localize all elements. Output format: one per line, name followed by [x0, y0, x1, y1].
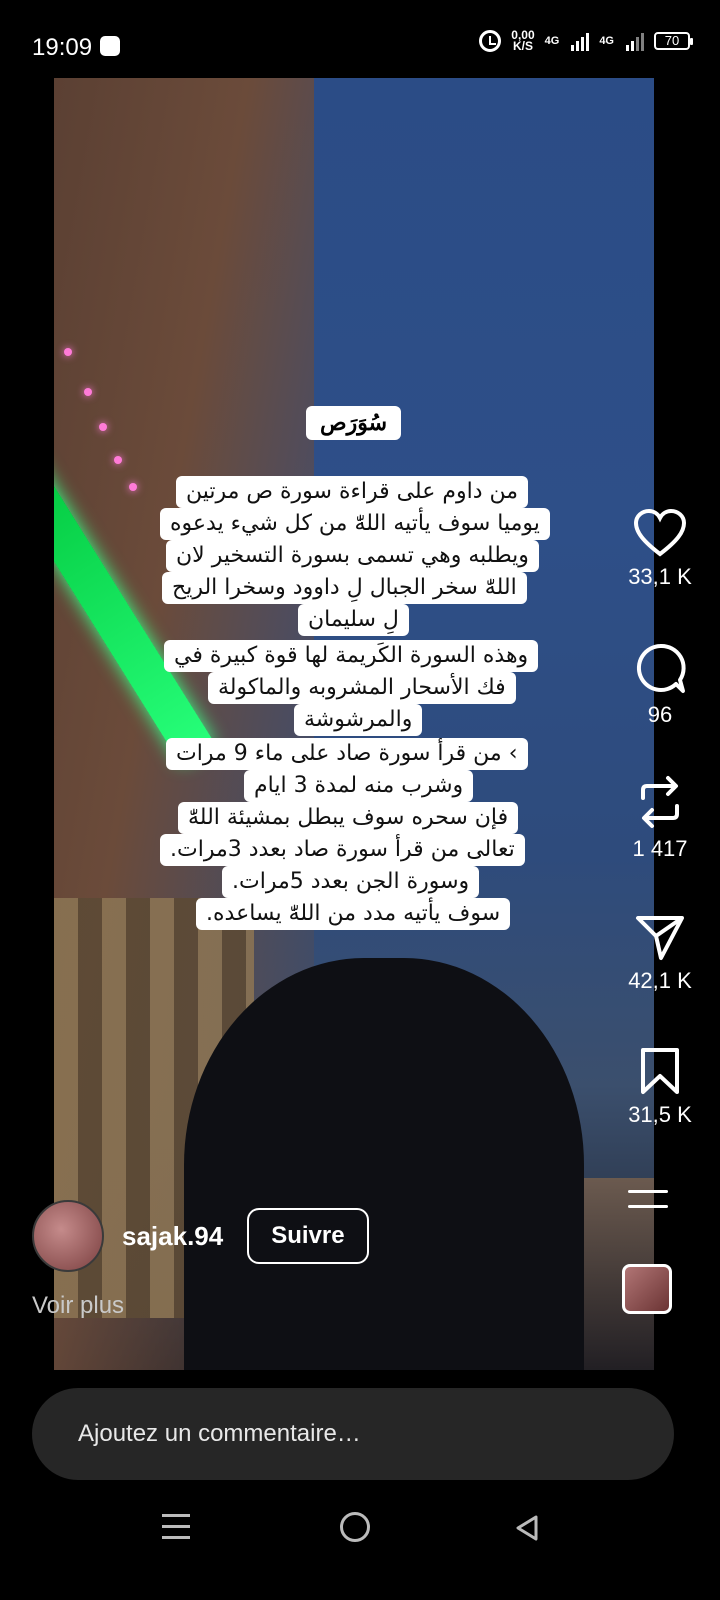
home-icon[interactable]: [340, 1512, 370, 1542]
comment-count: 96: [647, 702, 673, 727]
video-title-overlay: سُوَرَص: [306, 406, 402, 440]
send-icon: [636, 916, 684, 960]
repost-action[interactable]: 1 417: [610, 774, 710, 862]
like-count: 33,1 K: [628, 564, 692, 589]
system-nav-bar: [0, 1490, 720, 1600]
overlay-line: لِ سليمان: [298, 604, 409, 636]
overlay-line: يوميا سوف يأتيه اللهّٰ من كل شيء يدعوه: [160, 508, 550, 540]
repost-icon: [641, 776, 679, 828]
back-icon[interactable]: [514, 1514, 540, 1542]
see-more-link[interactable]: Voir plus: [32, 1292, 124, 1320]
follow-button[interactable]: Suivre: [247, 1208, 369, 1264]
bookmark-icon: [641, 1048, 679, 1094]
overlay-line: سوف يأتيه مدد من اللهّٰ يساعده.: [196, 898, 511, 930]
alarm-icon: [479, 30, 502, 52]
overlay-line: تعالى من قرأ سورة صاد بعدد 3مرات.: [160, 834, 525, 866]
comment-action[interactable]: 96: [610, 642, 710, 728]
signal-icon-2: [626, 31, 644, 51]
overlay-line: ويطلبه وهي تسمى بسورة التسخير لان: [166, 540, 539, 572]
overlay-line: من داوم على قراءة سورة ص مرتين: [176, 476, 529, 508]
battery-icon: 70: [654, 32, 693, 50]
overlay-line: فإن سحره سوف يبطل بمشيئة اللهّٰ: [178, 802, 519, 834]
person-silhouette: [184, 958, 584, 1370]
save-action[interactable]: 31,5 K: [610, 1046, 710, 1128]
heart-icon: [633, 508, 687, 557]
status-bar: 19:09 0,00 K/S 4G 4G 70: [0, 0, 720, 78]
profile-row: sajak.94 Suivre: [32, 1200, 369, 1272]
repost-count: 1 417: [632, 836, 688, 861]
status-time: 19:09: [32, 34, 93, 61]
comment-icon: [636, 643, 686, 693]
light-dot: [99, 423, 107, 431]
share-count: 42,1 K: [628, 968, 692, 993]
recent-apps-icon[interactable]: [162, 1514, 190, 1547]
avatar[interactable]: [32, 1200, 104, 1272]
notification-icon: [100, 36, 120, 56]
light-dot: [114, 456, 122, 464]
network-speed: 0,00 K/S: [511, 28, 535, 53]
save-count: 31,5 K: [628, 1102, 692, 1127]
light-dot: [129, 483, 137, 491]
overlay-line: فك الأسحار المشروبه والماكولة: [208, 672, 516, 704]
overlay-line: › من قرأ سورة صاد على ماء 9 مرات: [166, 738, 528, 770]
audio-thumbnail[interactable]: [622, 1264, 672, 1314]
overlay-line: وشرب منه لمدة 3 ايام: [244, 770, 474, 802]
more-options-icon[interactable]: [628, 1190, 668, 1220]
network-type-1: 4G: [544, 35, 560, 47]
overlay-line: وهذه السورة الكَريمة لها قوة كبيرة في: [164, 640, 539, 672]
overlay-line: وسورة الجن بعدد 5مرات.: [222, 866, 480, 898]
comment-input[interactable]: Ajoutez un commentaire…: [32, 1388, 674, 1480]
overlay-line: اللهّٰ سخر الجبال لِ داوود وسخرا الريح: [162, 572, 527, 604]
signal-icon-1: [571, 31, 590, 51]
username[interactable]: sajak.94: [122, 1221, 223, 1252]
overlay-line: والمرشوشة: [294, 704, 423, 736]
light-dot: [84, 388, 92, 396]
share-action[interactable]: 42,1 K: [610, 912, 710, 994]
network-type-2: 4G: [599, 35, 614, 47]
light-dot: [64, 348, 72, 356]
like-action[interactable]: 33,1 K: [610, 508, 710, 590]
